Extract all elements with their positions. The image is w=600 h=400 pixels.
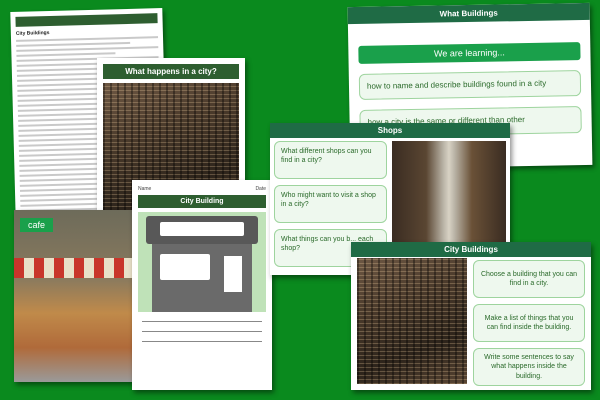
- name-label: Name: [138, 186, 152, 192]
- task-item: Choose a building that you can find in a…: [473, 260, 585, 298]
- doc-header-bar: [15, 13, 158, 27]
- task-item: Write some sentences to say what happens…: [473, 348, 585, 386]
- city-buildings-photo: [357, 258, 467, 384]
- question-item: Who might want to visit a shop in a city…: [274, 185, 387, 223]
- doc-title: City Buildings: [15, 30, 50, 37]
- cafe-label: cafe: [20, 218, 54, 232]
- shopfront-illustration: [138, 212, 266, 312]
- writing-lines: [138, 321, 266, 342]
- shops-title: Shops: [270, 123, 510, 138]
- learning-banner: We are learning...: [358, 42, 581, 64]
- city-buildings-title: City Buildings: [351, 242, 591, 257]
- what-happens-title: What happens in a city?: [103, 64, 239, 79]
- city-building-title: City Building: [138, 195, 266, 208]
- what-buildings-title: What Buildings: [347, 2, 590, 25]
- city-building-worksheet: Name Date City Building: [132, 180, 272, 390]
- city-buildings-slide: City Buildings Choose a building that yo…: [351, 242, 591, 390]
- question-item: What different shops can you find in a c…: [274, 141, 387, 179]
- name-date-row: Name Date: [138, 186, 266, 192]
- task-item: Make a list of things that you can find …: [473, 304, 585, 342]
- date-label: Date: [255, 186, 266, 192]
- objective-item: how to name and describe buildings found…: [358, 70, 582, 101]
